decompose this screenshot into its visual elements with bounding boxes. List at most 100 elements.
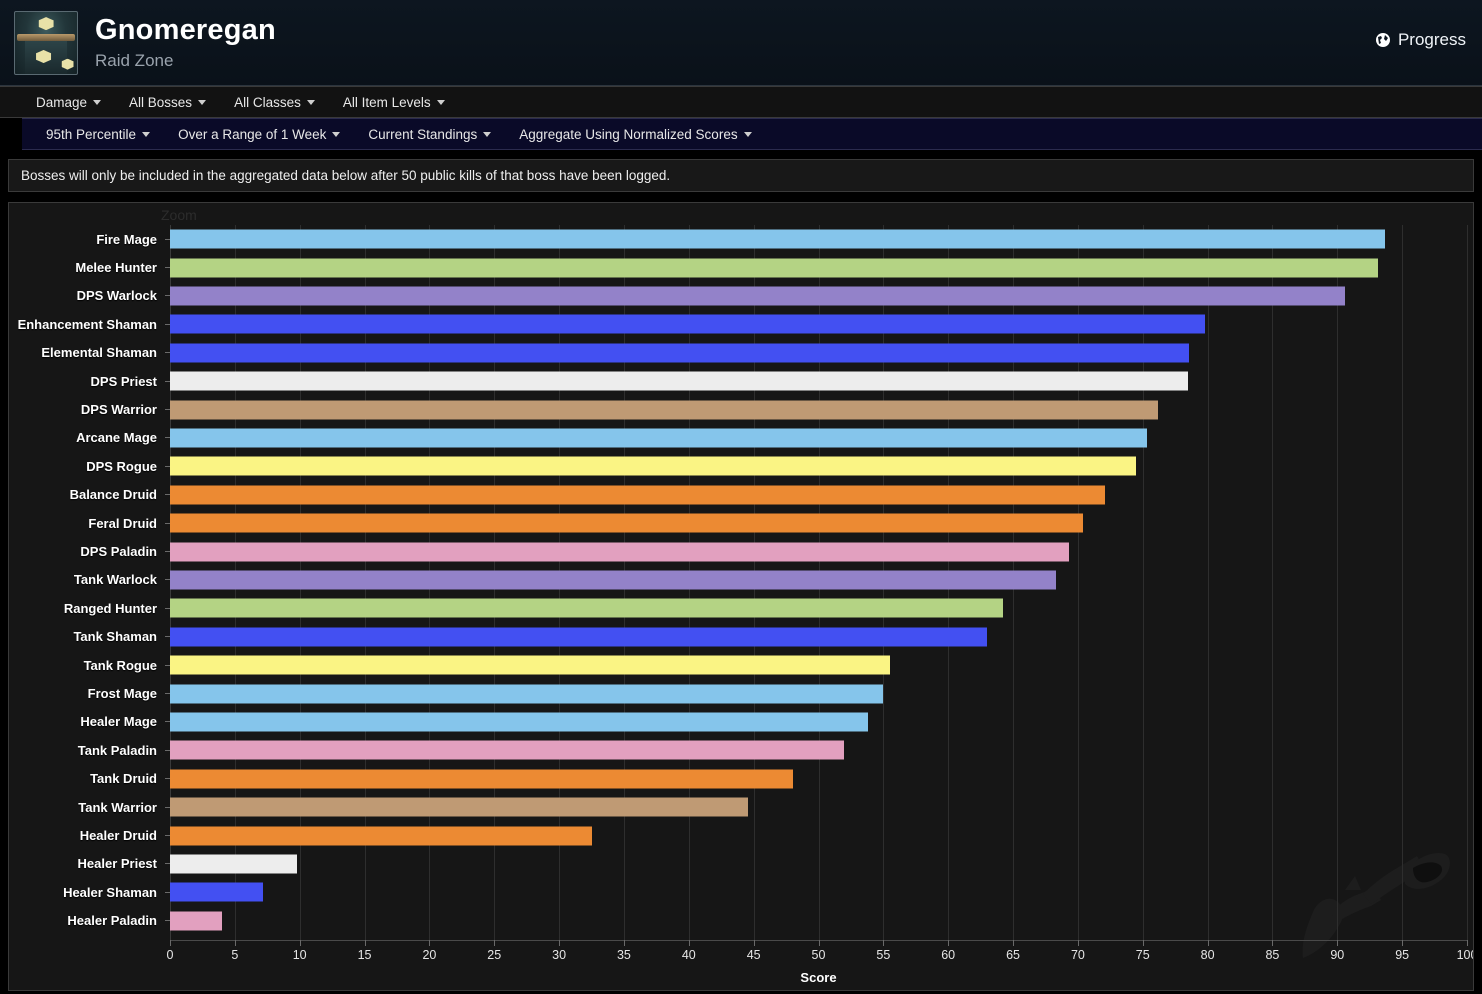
chart-row-label: Elemental Shaman xyxy=(41,345,157,361)
chart-bar[interactable] xyxy=(170,854,298,874)
x-axis-tick xyxy=(623,940,625,946)
x-axis-tick xyxy=(688,940,690,946)
chart-row[interactable]: Healer Shaman xyxy=(9,878,1473,906)
x-axis-tick xyxy=(234,940,236,946)
x-axis-tick-label: 90 xyxy=(1330,948,1345,962)
chart-row[interactable]: Elemental Shaman xyxy=(9,339,1473,367)
x-axis-tick xyxy=(299,940,301,946)
chart-plot-area: Fire Mage Melee Hunter DPS Warlock Enhancem… xyxy=(9,225,1473,990)
chart-bar[interactable] xyxy=(170,513,1084,533)
chart-bar[interactable] xyxy=(170,627,988,647)
nav-item-all-bosses[interactable]: All Bosses xyxy=(115,95,220,110)
chart-row[interactable]: Tank Warrior xyxy=(9,793,1473,821)
chart-row[interactable]: Tank Druid xyxy=(9,765,1473,793)
chart-row[interactable]: Tank Shaman xyxy=(9,623,1473,651)
chart-panel: Zoom Fire Mage Melee Hunter DPS Warlock Enh… xyxy=(8,202,1474,991)
chart-row-label: Melee Hunter xyxy=(75,260,157,276)
chart-row[interactable]: DPS Priest xyxy=(9,367,1473,395)
nav-item-standings[interactable]: Current Standings xyxy=(354,127,505,142)
chart-bar[interactable] xyxy=(170,826,592,846)
chart-bar[interactable] xyxy=(170,258,1378,278)
chart-bar[interactable] xyxy=(170,428,1147,448)
chart-bar[interactable] xyxy=(170,542,1069,562)
x-axis-tick xyxy=(883,940,885,946)
chart-bar[interactable] xyxy=(170,882,264,902)
chart-row[interactable]: Frost Mage xyxy=(9,679,1473,707)
x-axis-tick-label: 30 xyxy=(552,948,567,962)
x-axis-tick-label: 10 xyxy=(292,948,307,962)
nav-item-time-range[interactable]: Over a Range of 1 Week xyxy=(164,127,354,142)
chart-bar[interactable] xyxy=(170,684,884,704)
chart-bar[interactable] xyxy=(170,598,1003,618)
chart-bar[interactable] xyxy=(170,400,1159,420)
x-axis-tick-label: 60 xyxy=(941,948,956,962)
chart-bar[interactable] xyxy=(170,712,868,732)
chart-bar[interactable] xyxy=(170,769,793,789)
chart-row[interactable]: Tank Warlock xyxy=(9,566,1473,594)
chart-row[interactable]: Arcane Mage xyxy=(9,424,1473,452)
raid-zone-thumbnail-icon xyxy=(14,10,78,75)
progress-button[interactable]: Progress xyxy=(1375,30,1466,50)
nav-item-all-item-levels[interactable]: All Item Levels xyxy=(329,95,459,110)
chart-bar[interactable] xyxy=(170,797,749,817)
chart-row-label: DPS Priest xyxy=(90,373,157,389)
chart-bar[interactable] xyxy=(170,911,222,931)
chart-bar[interactable] xyxy=(170,655,890,675)
chart-row[interactable]: Balance Druid xyxy=(9,481,1473,509)
nav-item-percentile[interactable]: 95th Percentile xyxy=(32,127,164,142)
nav-item-all-classes[interactable]: All Classes xyxy=(220,95,329,110)
chart-row[interactable]: Tank Rogue xyxy=(9,651,1473,679)
chart-row[interactable]: DPS Warrior xyxy=(9,395,1473,423)
chart-row[interactable]: Melee Hunter xyxy=(9,253,1473,281)
nav-item-time-range-label: Over a Range of 1 Week xyxy=(178,126,327,142)
chart-bar[interactable] xyxy=(170,371,1189,391)
chart-bar[interactable] xyxy=(170,740,845,760)
chart-row[interactable]: Healer Mage xyxy=(9,708,1473,736)
chart-bar[interactable] xyxy=(170,286,1346,306)
chart-row-label: Healer Paladin xyxy=(67,913,157,929)
chart-bar[interactable] xyxy=(170,229,1386,249)
chart-row-label: Tank Paladin xyxy=(77,742,157,758)
chart-row-label: DPS Rogue xyxy=(86,458,157,474)
chart-row-label: Tank Shaman xyxy=(73,629,157,645)
x-axis-tick-label: 85 xyxy=(1265,948,1280,962)
chart-row-label: DPS Paladin xyxy=(80,544,157,560)
chart-row[interactable]: Healer Priest xyxy=(9,850,1473,878)
chart-row[interactable]: DPS Paladin xyxy=(9,537,1473,565)
chart-row[interactable]: DPS Rogue xyxy=(9,452,1473,480)
x-axis-tick xyxy=(559,940,561,946)
chart-row[interactable]: Healer Druid xyxy=(9,821,1473,849)
chevron-down-icon xyxy=(332,131,341,137)
chart-row[interactable]: Healer Paladin xyxy=(9,907,1473,935)
chart-bar[interactable] xyxy=(170,456,1137,476)
chevron-down-icon xyxy=(436,99,445,105)
chart-bar[interactable] xyxy=(170,485,1106,505)
chart-bar[interactable] xyxy=(170,314,1205,334)
x-axis-tick xyxy=(1207,940,1209,946)
chart-row[interactable]: DPS Warlock xyxy=(9,282,1473,310)
page-subtitle: Raid Zone xyxy=(95,51,174,70)
chart-row[interactable]: Enhancement Shaman xyxy=(9,310,1473,338)
notice-container: Bosses will only be included in the aggr… xyxy=(0,150,1482,192)
x-axis-tick-label: 65 xyxy=(1006,948,1020,962)
chart-row[interactable]: Tank Paladin xyxy=(9,736,1473,764)
chart-row-label: DPS Warlock xyxy=(76,288,157,304)
chart-bar[interactable] xyxy=(170,343,1190,363)
nav-item-damage[interactable]: Damage xyxy=(22,95,115,110)
chevron-down-icon xyxy=(198,99,207,105)
chart-bar-rows: Fire Mage Melee Hunter DPS Warlock Enhancem… xyxy=(9,225,1473,940)
chart-row-label: Healer Druid xyxy=(79,828,157,844)
nav-item-aggregation[interactable]: Aggregate Using Normalized Scores xyxy=(505,127,765,142)
chevron-down-icon xyxy=(142,131,151,137)
x-axis-tick-label: 40 xyxy=(681,948,696,962)
x-axis-tick xyxy=(818,940,820,946)
chart-row[interactable]: Fire Mage xyxy=(9,225,1473,253)
chart-bar[interactable] xyxy=(170,570,1056,590)
zoom-label[interactable]: Zoom xyxy=(161,207,197,223)
chart-row-label: Feral Druid xyxy=(88,515,157,531)
chart-row[interactable]: Feral Druid xyxy=(9,509,1473,537)
chevron-down-icon xyxy=(306,99,315,105)
x-axis-tick xyxy=(1077,940,1079,946)
x-axis-tick-label: 55 xyxy=(876,948,891,962)
chart-row[interactable]: Ranged Hunter xyxy=(9,594,1473,622)
